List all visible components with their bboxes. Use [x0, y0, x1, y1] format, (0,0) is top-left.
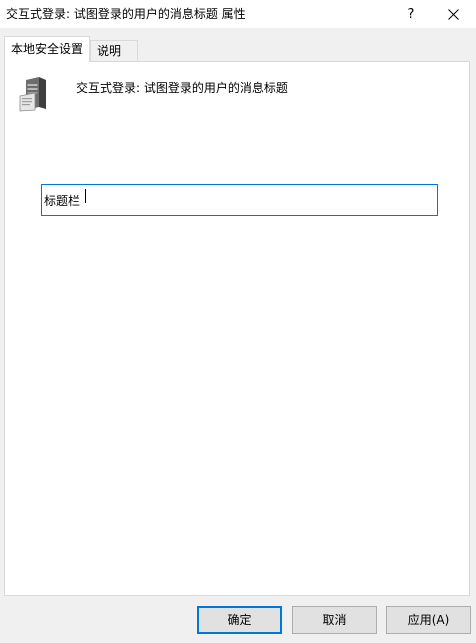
help-icon: ?: [407, 6, 415, 22]
policy-title: 交互式登录: 试图登录的用户的消息标题: [76, 81, 288, 95]
cancel-button[interactable]: 取消: [292, 606, 377, 634]
tab-panel: 交互式登录: 试图登录的用户的消息标题: [4, 61, 470, 596]
tab-local-security-setting[interactable]: 本地安全设置: [4, 36, 90, 62]
properties-dialog: 交互式登录: 试图登录的用户的消息标题 属性 ? 本地安全设置 说明 交互式登录…: [0, 0, 476, 643]
tab-explain[interactable]: 说明: [90, 40, 138, 61]
window-title: 交互式登录: 试图登录的用户的消息标题 属性: [6, 7, 246, 21]
title-bar: 交互式登录: 试图登录的用户的消息标题 属性 ?: [0, 0, 476, 28]
close-button[interactable]: [430, 0, 476, 28]
help-button[interactable]: ?: [388, 0, 434, 28]
apply-button[interactable]: 应用(A): [386, 606, 471, 634]
ok-button[interactable]: 确定: [197, 606, 282, 634]
server-policy-icon: [19, 77, 46, 112]
close-icon: [447, 8, 459, 20]
message-title-input[interactable]: [41, 184, 438, 216]
text-caret: [85, 189, 86, 203]
